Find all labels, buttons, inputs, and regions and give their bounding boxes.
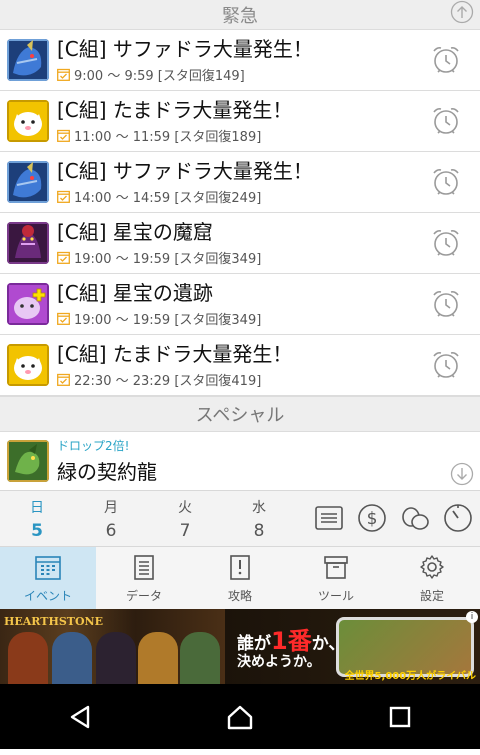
special-event-title: 緑の契約龍	[57, 460, 157, 484]
calendar-small-icon	[57, 373, 70, 386]
alarm-clock-icon[interactable]	[430, 44, 462, 76]
ad-copy: 誰が1番か、 決めようか。 全世界5,000万人がライバル i	[225, 609, 480, 684]
alarm-clock-icon[interactable]	[430, 166, 462, 198]
svg-text:$: $	[367, 509, 378, 529]
ad-artwork: HEARTHSTONE	[0, 609, 225, 684]
special-header-label: スペシャル	[195, 405, 285, 426]
timer-icon[interactable]	[442, 502, 474, 534]
blue-dragon-icon	[7, 161, 49, 203]
ad-subline: 決めようか。	[237, 654, 321, 670]
eggs-icon[interactable]	[399, 502, 431, 534]
nav-label: データ	[125, 588, 162, 603]
event-row[interactable]: [C組] サファドラ大量発生！ 9:00 ～ 9:59 [スタ回復149]	[0, 30, 480, 91]
drop-bonus-label: ドロップ2倍!	[57, 439, 130, 453]
back-icon[interactable]	[66, 703, 94, 731]
event-title: [C組] 星宝の遺跡	[57, 280, 213, 305]
nav-tab[interactable]: ツール	[288, 547, 384, 609]
nav-tab[interactable]: 攻略	[192, 547, 288, 609]
urgent-section-header: 緊急	[0, 0, 480, 30]
day-of-week: 火	[178, 499, 192, 516]
system-navigation-bar	[0, 684, 480, 749]
book-icon	[225, 553, 255, 585]
event-title: [C組] たまドラ大量発生！	[57, 97, 293, 122]
event-row[interactable]: [C組] 星宝の遺跡 19:00 ～ 19:59 [スタ回復349]	[0, 274, 480, 335]
ad-hero-figure	[52, 632, 92, 684]
event-row[interactable]: [C組] たまドラ大量発生！ 11:00 ～ 11:59 [スタ回復189]	[0, 91, 480, 152]
event-title: [C組] 星宝の魔窟	[57, 219, 213, 244]
nav-label: 攻略	[227, 588, 252, 603]
nav-label: イベント	[23, 588, 72, 603]
scroll-up-icon[interactable]	[450, 0, 474, 24]
calendar-small-icon	[57, 190, 70, 203]
event-time: 14:00 ～ 14:59 [スタ回復249]	[74, 190, 262, 206]
tamadra-icon	[7, 344, 49, 386]
blue-dragon-icon	[7, 39, 49, 81]
alarm-clock-icon[interactable]	[430, 105, 462, 137]
event-time: 11:00 ～ 11:59 [スタ回復189]	[74, 129, 262, 145]
green-dragon-icon	[7, 440, 49, 482]
event-title: [C組] サファドラ大量発生！	[57, 158, 313, 183]
day-tab[interactable]: 日5	[0, 497, 74, 541]
box-icon	[321, 553, 351, 585]
event-row[interactable]: [C組] 星宝の魔窟 19:00 ～ 19:59 [スタ回復349]	[0, 213, 480, 274]
coin-icon[interactable]: $	[356, 502, 388, 534]
special-event-row[interactable]: ドロップ2倍! 緑の契約龍	[0, 432, 480, 490]
day-number: 7	[179, 520, 191, 541]
calendar-small-icon	[57, 312, 70, 325]
nav-tab[interactable]: イベント	[0, 547, 96, 609]
event-time: 19:00 ～ 19:59 [スタ回復349]	[74, 251, 262, 267]
day-number: 5	[31, 520, 43, 541]
ad-brand-logo: HEARTHSTONE	[4, 615, 103, 628]
event-row[interactable]: [C組] たまドラ大量発生！ 22:30 ～ 23:29 [スタ回復419]	[0, 335, 480, 396]
nav-label: ツール	[317, 588, 354, 603]
gear-icon	[417, 553, 447, 585]
alarm-clock-icon[interactable]	[430, 227, 462, 259]
nav-tab[interactable]: 設定	[384, 547, 480, 609]
list-view-icon[interactable]	[313, 502, 345, 534]
event-row[interactable]: [C組] サファドラ大量発生！ 14:00 ～ 14:59 [スタ回復249]	[0, 152, 480, 213]
urgent-header-label: 緊急	[222, 5, 258, 27]
event-time: 9:00 ～ 9:59 [スタ回復149]	[74, 68, 245, 84]
event-title: [C組] サファドラ大量発生！	[57, 36, 313, 61]
event-time: 22:30 ～ 23:29 [スタ回復419]	[74, 373, 262, 389]
ad-hero-figure	[8, 632, 48, 684]
day-tab[interactable]: 水8	[222, 497, 296, 541]
event-list: [C組] サファドラ大量発生！ 9:00 ～ 9:59 [スタ回復149] [C組]…	[0, 30, 480, 396]
ad-info-icon[interactable]: i	[466, 611, 478, 623]
scroll-down-icon[interactable]	[450, 462, 474, 486]
alarm-clock-icon[interactable]	[430, 349, 462, 381]
nav-tab[interactable]: データ	[96, 547, 192, 609]
ad-hero-figure	[180, 632, 220, 684]
bottom-navigation: イベント データ 攻略 ツール 設定	[0, 546, 480, 609]
ad-banner[interactable]: HEARTHSTONE 誰が1番か、 決めようか。 全世界5,000万人がライバ…	[0, 609, 480, 684]
purple-plus-icon	[7, 283, 49, 325]
list-icon	[129, 553, 159, 585]
ad-footer-text: 全世界5,000万人がライバル	[344, 671, 476, 682]
recent-apps-icon[interactable]	[386, 703, 414, 731]
ad-hero-figure	[96, 632, 136, 684]
special-section-header: スペシャル	[0, 396, 480, 432]
day-tab[interactable]: 月6	[74, 497, 148, 541]
day-number: 8	[253, 520, 265, 541]
event-title: [C組] たまドラ大量発生！	[57, 341, 293, 366]
calendar-small-icon	[57, 251, 70, 264]
dark-demon-icon	[7, 222, 49, 264]
day-of-week: 月	[104, 499, 118, 516]
event-time: 19:00 ～ 19:59 [スタ回復349]	[74, 312, 262, 328]
day-of-week: 日	[30, 499, 44, 516]
calendar-small-icon	[57, 129, 70, 142]
alarm-clock-icon[interactable]	[430, 288, 462, 320]
tamadra-icon	[7, 100, 49, 142]
day-number: 6	[105, 520, 117, 541]
day-selector: 日5月6火7水8 $	[0, 490, 480, 546]
ad-hero-figure	[138, 632, 178, 684]
home-icon[interactable]	[226, 703, 254, 731]
day-tab[interactable]: 火7	[148, 497, 222, 541]
nav-label: 設定	[419, 588, 444, 603]
calendar-icon	[33, 553, 63, 585]
day-of-week: 水	[252, 499, 266, 516]
calendar-small-icon	[57, 68, 70, 81]
